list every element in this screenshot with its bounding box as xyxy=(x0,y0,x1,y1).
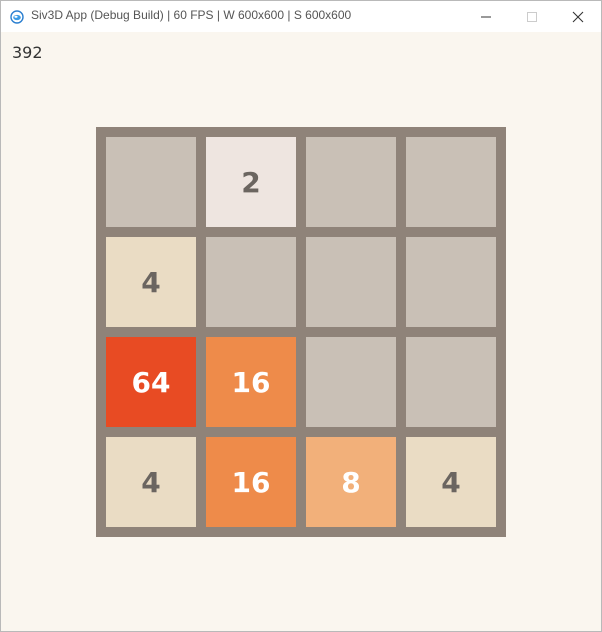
tile-8: 8 xyxy=(306,437,396,527)
empty-cell xyxy=(106,137,196,227)
tile-16: 16 xyxy=(206,337,296,427)
tile-4: 4 xyxy=(106,237,196,327)
tile-64: 64 xyxy=(106,337,196,427)
tile-4: 4 xyxy=(406,437,496,527)
close-icon xyxy=(572,11,584,23)
close-button[interactable] xyxy=(555,1,601,32)
maximize-button[interactable] xyxy=(509,1,555,32)
empty-cell xyxy=(206,237,296,327)
empty-cell xyxy=(406,237,496,327)
app-window: Siv3D App (Debug Build) | 60 FPS | W 600… xyxy=(0,0,602,632)
empty-cell xyxy=(406,337,496,427)
minimize-icon xyxy=(481,16,491,18)
empty-cell xyxy=(306,137,396,227)
title-bar[interactable]: Siv3D App (Debug Build) | 60 FPS | W 600… xyxy=(1,1,601,32)
empty-cell xyxy=(306,337,396,427)
tile-16: 16 xyxy=(206,437,296,527)
tile-4: 4 xyxy=(106,437,196,527)
empty-cell xyxy=(406,137,496,227)
maximize-icon xyxy=(527,12,537,22)
minimize-button[interactable] xyxy=(463,1,509,32)
empty-cell xyxy=(306,237,396,327)
game-board[interactable]: 2 4 64 16 4 16 8 4 xyxy=(96,127,506,537)
window-title: Siv3D App (Debug Build) | 60 FPS | W 600… xyxy=(31,8,352,22)
siv3d-app-icon xyxy=(10,9,24,24)
score-display: 392 xyxy=(12,43,43,62)
tile-2: 2 xyxy=(206,137,296,227)
game-canvas[interactable]: 392 2 4 64 16 4 16 8 4 xyxy=(1,32,601,631)
